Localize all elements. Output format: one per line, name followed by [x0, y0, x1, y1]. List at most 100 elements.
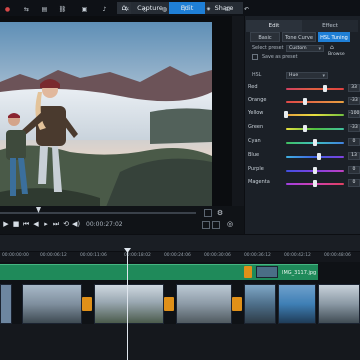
- video-clip[interactable]: [22, 284, 82, 324]
- transition-icon[interactable]: [232, 297, 242, 311]
- panel-tab-effect[interactable]: Effect: [302, 20, 358, 32]
- ruler-tick: 00:00:18:02: [124, 253, 151, 258]
- hsl-row-orange: Orange -33: [248, 97, 360, 108]
- video-clip[interactable]: [94, 284, 164, 324]
- browse-label: Browse: [328, 52, 345, 57]
- hsl-label: Purple: [248, 166, 264, 172]
- ruler-tick: 00:00:24:06: [164, 253, 191, 258]
- ruler-tick: 00:00:00:00: [2, 253, 29, 258]
- media-icon[interactable]: ▣: [80, 6, 89, 13]
- hsl-slider[interactable]: [286, 156, 344, 158]
- hsl-row-blue: Blue 13: [248, 152, 360, 163]
- hsl-row-red: Red 33: [248, 84, 360, 95]
- subtab-tone-curve[interactable]: Tone Curve: [282, 32, 316, 42]
- browse-button[interactable]: ⌂ Browse: [328, 44, 358, 58]
- video-clip[interactable]: [0, 284, 12, 324]
- hsl-value[interactable]: 13: [348, 152, 360, 160]
- title-icon[interactable]: T: [180, 6, 189, 13]
- repeat-icon[interactable]: ⟲: [62, 220, 70, 228]
- hsl-slider[interactable]: [286, 88, 344, 90]
- transition-icon[interactable]: [82, 297, 92, 311]
- hsl-slider-knob[interactable]: [303, 98, 308, 105]
- link-icon[interactable]: ⛓: [58, 6, 67, 13]
- panel-tab-edit[interactable]: Edit: [246, 20, 302, 32]
- hsl-label: Cyan: [248, 138, 261, 144]
- volume-icon[interactable]: ◀): [72, 220, 80, 228]
- ruler-tick: 00:00:30:06: [204, 253, 231, 258]
- hsl-label: Orange: [248, 97, 267, 103]
- stop-icon[interactable]: ■: [12, 220, 20, 228]
- next-icon[interactable]: ⏭: [52, 220, 60, 228]
- preview-area: [0, 16, 232, 234]
- hsl-row-green: Green -33: [248, 124, 360, 135]
- storyboard-icon[interactable]: ▤: [40, 6, 49, 13]
- hsl-slider-knob[interactable]: [313, 180, 317, 187]
- step-forward-icon[interactable]: ▸: [42, 220, 50, 228]
- hsl-label: HSL: [252, 73, 262, 78]
- fx-icon[interactable]: ✷: [204, 6, 213, 13]
- fullscreen-icon[interactable]: [212, 221, 220, 229]
- subtab-hsl-tuning[interactable]: HSL Tuning: [318, 32, 350, 42]
- hsl-slider-knob[interactable]: [284, 111, 288, 118]
- ruler-tick: 00:00:48:06: [324, 253, 351, 258]
- hsl-label: Red: [248, 84, 258, 90]
- mask-icon[interactable]: ◍: [160, 6, 169, 13]
- resize-icon[interactable]: [202, 221, 210, 229]
- hsl-label: Yellow: [248, 110, 264, 116]
- previous-icon[interactable]: ⏮: [22, 220, 30, 228]
- settings-icon[interactable]: ⚙: [216, 209, 224, 217]
- audio-icon[interactable]: ♪: [100, 6, 109, 13]
- hsl-mode-select[interactable]: Hue: [286, 72, 328, 79]
- transition-icon[interactable]: [244, 266, 252, 278]
- hsl-slider-knob[interactable]: [322, 85, 327, 92]
- timecode: 00:00:27:02: [86, 221, 123, 228]
- video-clip[interactable]: [244, 284, 276, 324]
- effects-icon[interactable]: ✲: [122, 6, 131, 13]
- clip-label: IMG_3117.jpg: [282, 270, 317, 276]
- hsl-row-purple: Purple 0: [248, 166, 360, 177]
- video-clip[interactable]: [278, 284, 316, 324]
- video-editor-window: ⌂ Capture Edit Share ▶ ■ ⏮ ◀ ▸ ⏭ ⟲ ◀) 00…: [0, 0, 360, 360]
- hsl-label: Blue: [248, 152, 260, 158]
- ruler-tick: 00:00:06:12: [40, 253, 67, 258]
- transition-icon[interactable]: [164, 297, 174, 311]
- play-icon[interactable]: ▶: [2, 220, 10, 228]
- zoom-fit-icon[interactable]: ⊞: [223, 6, 232, 13]
- hsl-value[interactable]: -33: [348, 124, 360, 132]
- hsl-slider-knob[interactable]: [316, 153, 321, 160]
- hsl-value[interactable]: 33: [348, 84, 360, 92]
- preset-select[interactable]: Custom: [286, 45, 324, 52]
- video-clip[interactable]: [318, 284, 360, 324]
- hsl-slider-knob[interactable]: [313, 167, 317, 174]
- record-icon[interactable]: ●: [3, 6, 12, 13]
- hsl-value[interactable]: 0: [348, 138, 360, 146]
- overlay-thumbnail[interactable]: [256, 266, 278, 278]
- lower-tracks: [0, 324, 360, 360]
- hsl-label: Magenta: [248, 179, 270, 185]
- hsl-row-yellow: Yellow -100: [248, 110, 360, 121]
- hsl-value[interactable]: -100: [348, 110, 360, 118]
- ruler-tick: 00:00:36:12: [244, 253, 271, 258]
- hsl-slider[interactable]: [286, 114, 344, 116]
- fit-icon[interactable]: [204, 209, 212, 217]
- hsl-value[interactable]: 0: [348, 166, 360, 174]
- hsl-slider[interactable]: [286, 101, 344, 103]
- timeline-view-icon[interactable]: ⇆: [22, 6, 31, 13]
- snapshot-icon[interactable]: ◎: [226, 220, 234, 228]
- step-back-icon[interactable]: ◀: [32, 220, 40, 228]
- preview-image: [0, 22, 212, 222]
- save-as-preset-checkbox[interactable]: [252, 54, 258, 60]
- undo-icon[interactable]: ↶: [242, 6, 251, 13]
- hsl-value[interactable]: -33: [348, 97, 360, 105]
- split-icon[interactable]: ◇: [140, 6, 149, 13]
- timeline-toolbar: [0, 234, 360, 252]
- scrub-bar[interactable]: [0, 212, 196, 214]
- video-clip[interactable]: [176, 284, 232, 324]
- hsl-slider[interactable]: [286, 128, 344, 130]
- ruler-tick: 00:00:11:06: [80, 253, 107, 258]
- subtab-basic[interactable]: Basic: [250, 32, 280, 42]
- hsl-slider-knob[interactable]: [313, 139, 317, 146]
- hsl-slider-knob[interactable]: [303, 125, 308, 132]
- playhead[interactable]: [127, 250, 128, 360]
- hsl-value[interactable]: 0: [348, 179, 360, 187]
